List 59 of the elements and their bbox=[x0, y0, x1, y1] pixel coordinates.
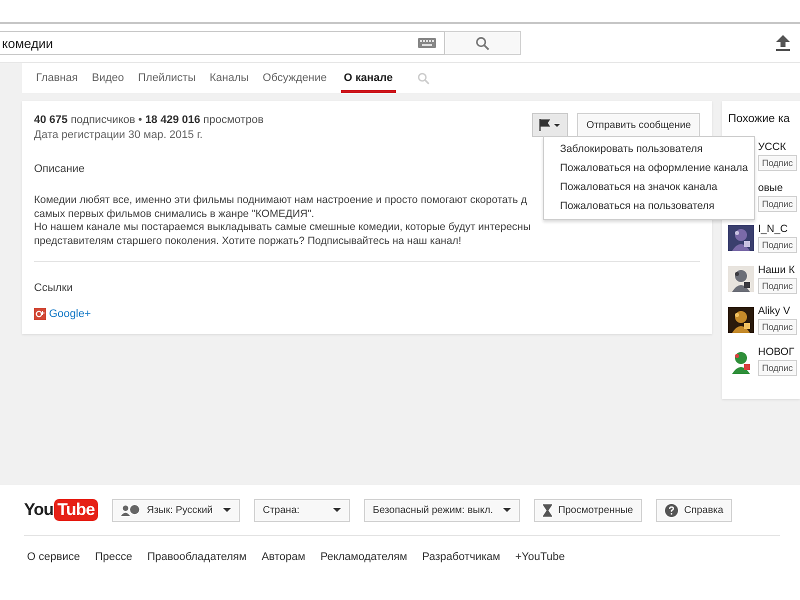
menu-item[interactable]: Пожаловаться на оформление канала bbox=[544, 159, 754, 178]
description-line: Но нашем канале мы постараемся выкладывать самые смешные комедии, которые будут интересны bbox=[34, 221, 531, 234]
google-plus-icon bbox=[34, 308, 46, 320]
subscribe-button[interactable]: Подпис bbox=[758, 154, 797, 170]
help-button[interactable]: Справка bbox=[656, 498, 732, 522]
channel-name[interactable]: овые bbox=[758, 182, 783, 194]
send-message-button[interactable]: Отправить сообщение bbox=[577, 113, 700, 137]
related-channels-title: Похожие ка bbox=[728, 113, 790, 125]
subscribe-button[interactable]: Подпис bbox=[758, 360, 797, 376]
channel-stats: 40 675 подписчиков • 18 429 016 просмотров bbox=[34, 113, 265, 128]
footer-link[interactable]: Разработчикам bbox=[422, 551, 500, 563]
description-heading: Описание bbox=[34, 163, 85, 175]
search-field[interactable]: комедии bbox=[0, 31, 445, 55]
google-plus-link[interactable]: Google+ bbox=[49, 308, 91, 320]
description-line: представителям старшего поколения. Хотите поржать? Подписывайтесь на наш канал! bbox=[34, 234, 462, 248]
subscribe-button[interactable]: Подпис bbox=[758, 278, 797, 294]
people-icon bbox=[120, 504, 141, 516]
caret-icon bbox=[332, 508, 341, 512]
description-line: Комедии любят все, именно эти фильмы поднимают нам настроение и просто помогают скоротать д bbox=[34, 194, 527, 208]
channel-name[interactable]: I_N_C bbox=[758, 222, 788, 234]
footer-link[interactable]: +YouTube bbox=[515, 551, 565, 563]
flag-icon bbox=[539, 119, 562, 131]
keyboard-icon[interactable] bbox=[418, 38, 436, 48]
country-dropdown[interactable]: Страна: bbox=[254, 498, 350, 522]
menu-item[interactable]: Пожаловаться на пользователя bbox=[544, 197, 754, 216]
links-heading: Ссылки bbox=[34, 282, 73, 294]
help-icon bbox=[665, 504, 678, 516]
caret-icon bbox=[222, 508, 231, 512]
channel-name[interactable]: УССК bbox=[758, 140, 786, 152]
channel-tab[interactable]: Главная bbox=[36, 63, 78, 93]
subscribe-button[interactable]: Подпис bbox=[758, 196, 797, 212]
subscribe-button[interactable]: Подпис bbox=[758, 236, 797, 252]
channel-tab[interactable]: Обсуждение bbox=[262, 63, 327, 93]
menu-item[interactable]: Заблокировать пользователя bbox=[544, 140, 754, 159]
channel-tab[interactable]: Плейлисты bbox=[138, 63, 196, 93]
hourglass-icon bbox=[543, 504, 552, 516]
footer-link[interactable]: Прессе bbox=[94, 551, 132, 563]
channel-tab[interactable]: О канале bbox=[340, 63, 396, 93]
channel-tab[interactable]: Видео bbox=[92, 63, 124, 93]
channel-tab[interactable]: Каналы bbox=[210, 63, 249, 93]
subscribe-button[interactable]: Подпис bbox=[758, 318, 797, 334]
registration-date: Дата регистрации 30 мар. 2015 г. bbox=[34, 128, 204, 143]
caret-icon bbox=[503, 508, 512, 512]
channel-name[interactable]: НОВОГ bbox=[758, 346, 794, 358]
safety-mode-dropdown[interactable]: Безопасный режим: выкл. bbox=[364, 498, 520, 522]
menu-item[interactable]: Пожаловаться на значок канала bbox=[544, 178, 754, 197]
footer-link[interactable]: Правообладателям bbox=[147, 551, 247, 563]
history-button[interactable]: Просмотренные bbox=[534, 498, 642, 522]
footer-link[interactable]: О сервисе bbox=[27, 551, 80, 563]
footer-link[interactable]: Авторам bbox=[262, 551, 306, 563]
channel-name[interactable]: Aliky V bbox=[758, 304, 790, 316]
search-icon bbox=[475, 36, 490, 50]
footer-link[interactable]: Рекламодателям bbox=[320, 551, 408, 563]
flag-button[interactable] bbox=[532, 113, 568, 137]
description-line: самых первых фильмов снимались в жанре "КОМЕДИЯ". bbox=[34, 208, 314, 221]
language-dropdown[interactable]: Язык: Русский bbox=[112, 498, 240, 522]
channel-name[interactable]: Наши К bbox=[758, 264, 795, 276]
search-button[interactable] bbox=[445, 31, 521, 55]
upload-icon[interactable] bbox=[776, 35, 790, 51]
